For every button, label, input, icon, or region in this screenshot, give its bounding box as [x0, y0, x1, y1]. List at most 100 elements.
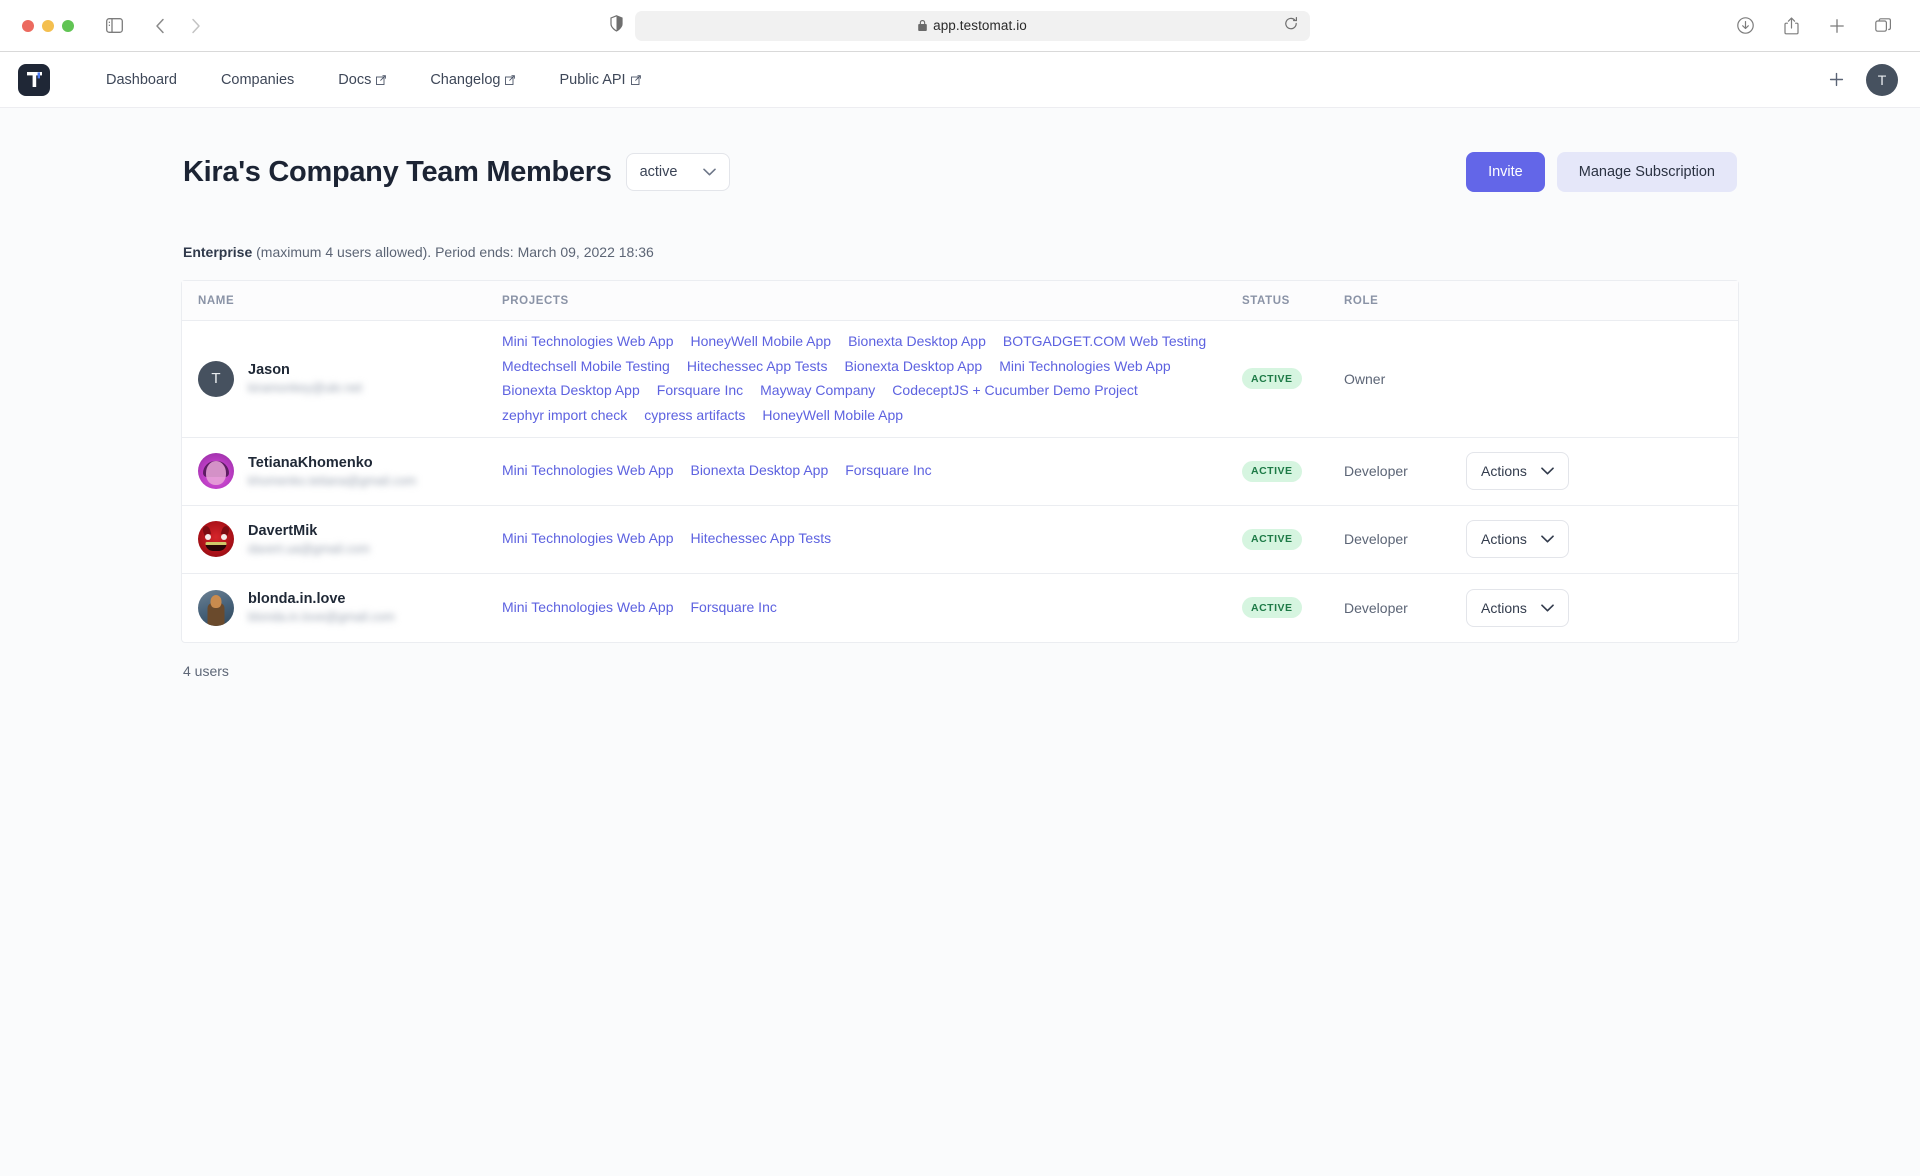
- chevron-down-icon: [1541, 604, 1554, 612]
- avatar-art: [221, 534, 227, 541]
- manage-subscription-button[interactable]: Manage Subscription: [1556, 152, 1737, 192]
- table-row: T Jason kiramonkey@ukr.net Mini Technologie…: [182, 321, 1738, 438]
- member-name-cell: TetianaKhomenko khomenko.tetiana@gmail.co…: [198, 453, 502, 490]
- navigation-arrows: [145, 12, 211, 40]
- project-link[interactable]: Bionexta Desktop App: [848, 331, 986, 353]
- plus-icon[interactable]: [1829, 72, 1844, 87]
- member-actions-cell: Actions: [1466, 588, 1738, 627]
- user-avatar[interactable]: T: [1866, 63, 1898, 96]
- page-title: Kira's Company Team Members: [183, 155, 612, 188]
- shield-icon[interactable]: [610, 14, 623, 37]
- project-link[interactable]: CodeceptJS + Cucumber Demo Project: [892, 380, 1138, 402]
- team-members-table: NAME PROJECTS STATUS ROLE T Jason kiramonk…: [181, 280, 1739, 643]
- project-link[interactable]: Mini Technologies Web App: [502, 460, 673, 482]
- member-role: Owner: [1344, 370, 1386, 387]
- back-arrow-icon[interactable]: [145, 12, 175, 40]
- member-name: blonda.in.love: [248, 591, 346, 608]
- member-status-cell: ACTIVE: [1242, 460, 1344, 482]
- close-window-button[interactable]: [22, 19, 34, 32]
- chevron-down-icon: [1541, 535, 1554, 543]
- address-bar-content: app.testomat.io: [918, 18, 1027, 33]
- project-link[interactable]: zephyr import check: [502, 405, 627, 427]
- table-header-row: NAME PROJECTS STATUS ROLE: [182, 281, 1738, 321]
- avatar: [198, 521, 234, 558]
- member-projects-cell: Mini Technologies Web App Hitechessec App…: [502, 518, 1242, 560]
- member-actions-cell: Actions: [1466, 520, 1738, 559]
- nav-item-changelog[interactable]: Changelog: [408, 72, 537, 88]
- project-link[interactable]: HoneyWell Mobile App: [690, 331, 831, 353]
- project-link[interactable]: Bionexta Desktop App: [690, 460, 828, 482]
- actions-button[interactable]: Actions: [1466, 452, 1569, 491]
- invite-button[interactable]: Invite: [1466, 152, 1545, 192]
- reload-icon[interactable]: [1284, 16, 1298, 35]
- lock-icon: [918, 19, 927, 32]
- url-text: app.testomat.io: [933, 18, 1027, 33]
- page-body: Kira's Company Team Members active Invit…: [0, 108, 1920, 1176]
- plan-name: Enterprise: [183, 244, 253, 260]
- project-link[interactable]: HoneyWell Mobile App: [762, 405, 903, 427]
- status-filter-value: active: [639, 164, 678, 180]
- member-name-cell: T Jason kiramonkey@ukr.net: [198, 360, 502, 397]
- avatar-art: [210, 594, 222, 608]
- project-link[interactable]: Mini Technologies Web App: [502, 331, 673, 353]
- project-link[interactable]: Mini Technologies Web App: [502, 597, 673, 619]
- share-icon[interactable]: [1776, 12, 1806, 40]
- avatar-art: [205, 542, 227, 552]
- project-link[interactable]: BOTGADGET.COM Web Testing: [1003, 331, 1206, 353]
- status-badge: ACTIVE: [1242, 528, 1302, 550]
- nav-item-label: Changelog: [430, 71, 501, 88]
- member-name-cell: DavertMik davert.ua@gmail.com: [198, 521, 502, 558]
- address-bar[interactable]: app.testomat.io: [635, 10, 1310, 41]
- app-header: Dashboard Companies Docs Changelog Publi…: [0, 52, 1920, 108]
- nav-item-label: Public API: [559, 71, 626, 88]
- project-link[interactable]: Forsquare Inc: [845, 460, 931, 482]
- page-actions: Invite Manage Subscription: [1466, 152, 1737, 192]
- chevron-down-icon: [1541, 467, 1554, 475]
- member-actions-cell: Actions: [1466, 452, 1738, 491]
- minimize-window-button[interactable]: [42, 19, 54, 32]
- member-status-cell: ACTIVE: [1242, 528, 1344, 550]
- main-navigation: Dashboard Companies Docs Changelog Publi…: [84, 72, 663, 88]
- project-link[interactable]: Mini Technologies Web App: [999, 356, 1170, 378]
- maximize-window-button[interactable]: [62, 19, 74, 32]
- external-link-icon: [630, 74, 641, 85]
- member-role: Developer: [1344, 599, 1408, 616]
- status-badge: ACTIVE: [1242, 460, 1302, 482]
- status-filter-select[interactable]: active: [625, 153, 730, 191]
- project-link[interactable]: Mini Technologies Web App: [502, 528, 673, 550]
- avatar: [198, 589, 234, 626]
- nav-item-label: Companies: [220, 71, 295, 88]
- project-link[interactable]: Bionexta Desktop App: [502, 380, 640, 402]
- sidebar-toggle-icon[interactable]: [99, 12, 129, 40]
- nav-item-companies[interactable]: Companies: [199, 72, 316, 88]
- avatar: T: [198, 360, 234, 397]
- project-link[interactable]: Forsquare Inc: [690, 597, 776, 619]
- actions-button[interactable]: Actions: [1466, 520, 1569, 559]
- member-meta: blonda.in.love blonda.in.love@gmail.com: [248, 591, 395, 624]
- member-email: kiramonkey@ukr.net: [248, 381, 363, 396]
- window-traffic-lights: [22, 19, 74, 32]
- nav-item-dashboard[interactable]: Dashboard: [84, 72, 199, 88]
- project-link[interactable]: Medtechsell Mobile Testing: [502, 356, 670, 378]
- testomat-logo-icon[interactable]: [18, 63, 50, 96]
- tab-overview-icon[interactable]: [1868, 12, 1898, 40]
- project-link[interactable]: cypress artifacts: [644, 405, 745, 427]
- member-meta: Jason kiramonkey@ukr.net: [248, 362, 362, 395]
- project-link[interactable]: Hitechessec App Tests: [690, 528, 831, 550]
- new-tab-icon[interactable]: [1822, 12, 1852, 40]
- nav-item-docs[interactable]: Docs: [316, 72, 408, 88]
- nav-item-public-api[interactable]: Public API: [537, 72, 662, 88]
- member-role: Developer: [1344, 531, 1408, 548]
- download-icon[interactable]: [1730, 12, 1760, 40]
- user-count-footer: 4 users: [183, 662, 229, 679]
- browser-toolbar-right: [1730, 12, 1898, 40]
- external-link-icon: [376, 74, 387, 85]
- project-link[interactable]: Bionexta Desktop App: [844, 356, 982, 378]
- forward-arrow-icon[interactable]: [181, 12, 211, 40]
- plan-detail: (maximum 4 users allowed). Period ends: …: [252, 244, 654, 260]
- actions-button-label: Actions: [1481, 599, 1527, 616]
- project-link[interactable]: Mayway Company: [760, 380, 875, 402]
- actions-button[interactable]: Actions: [1466, 588, 1569, 627]
- project-link[interactable]: Forsquare Inc: [657, 380, 743, 402]
- project-link[interactable]: Hitechessec App Tests: [687, 356, 828, 378]
